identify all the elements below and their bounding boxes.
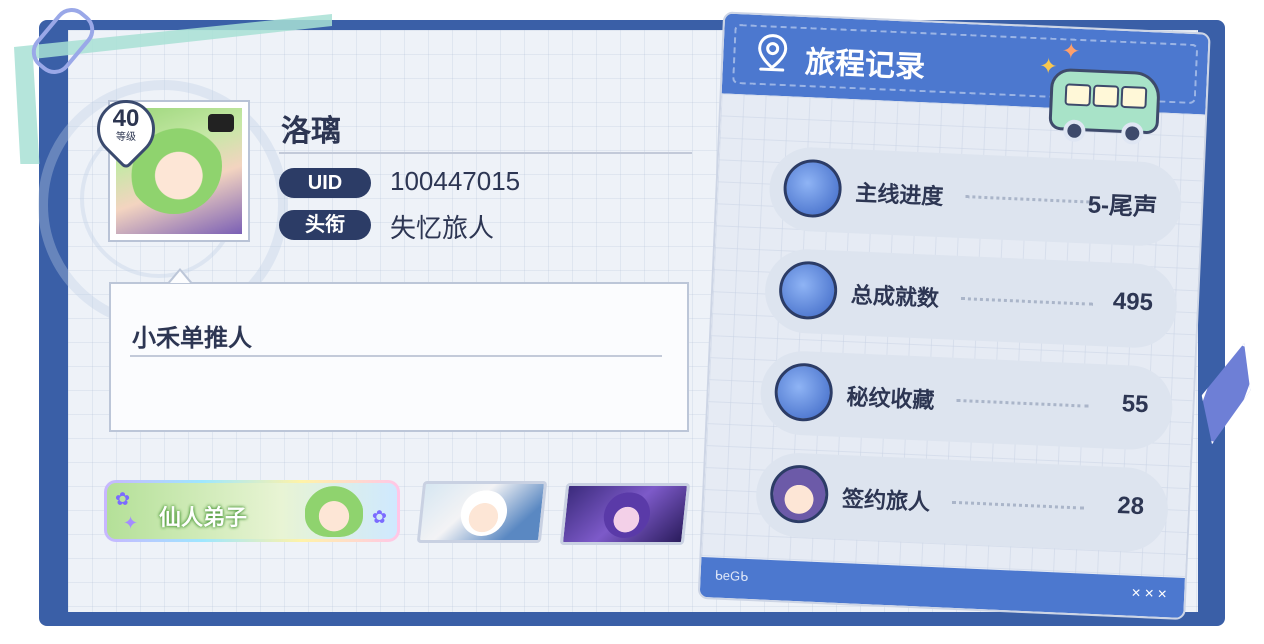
stat-row-collection[interactable]: 秘纹收藏 55 [758, 349, 1175, 452]
name-divider [279, 152, 692, 154]
journey-stats-list: 主线进度 5-尾声 总成就数 495 秘纹收藏 55 签约旅人 28 [701, 93, 1206, 579]
journey-title: 旅程记录 [804, 46, 926, 85]
stat-value: 495 [1112, 287, 1154, 317]
journey-card: 旅程记录 主线进度 5-尾声 总成就数 495 秘纹收藏 55 签约旅人 28 … [697, 11, 1223, 628]
uid-label: UID [279, 168, 371, 198]
footer-marks: ✕✕✕ [1130, 585, 1171, 602]
music-disc-icon [773, 362, 834, 423]
stat-row-main-progress[interactable]: 主线进度 5-尾声 [767, 145, 1184, 248]
stat-value: 28 [1116, 492, 1145, 521]
stat-value: 5-尾声 [1087, 191, 1158, 222]
signature-text: 小禾单推人 [132, 325, 252, 352]
stat-row-travelers[interactable]: 签约旅人 28 [754, 451, 1170, 554]
sparkle-icon: ✦ [1038, 53, 1059, 80]
footer-brand: ᑲeGᑲ [714, 567, 749, 585]
stat-label: 总成就数 [850, 282, 940, 312]
stat-row-achievements[interactable]: 总成就数 495 [763, 247, 1179, 350]
badge-purple-hair-character[interactable] [559, 483, 691, 545]
player-name: 洛璃 [281, 115, 341, 148]
stat-label: 秘纹收藏 [846, 384, 936, 413]
sparkle-icon: ✦ [123, 513, 139, 533]
van-icon [1048, 67, 1161, 145]
trophy-book-icon [777, 260, 839, 321]
badge-white-hair-character[interactable] [416, 481, 548, 543]
stat-label: 签约旅人 [841, 486, 931, 515]
signature-divider [130, 355, 662, 357]
title-label: 头衔 [279, 210, 371, 240]
level-text: 40 等级 [97, 106, 155, 144]
badge-main-label: 仙人弟子 [159, 505, 248, 530]
badge-character-icon [305, 485, 363, 537]
stat-label: 主线进度 [854, 180, 944, 210]
traveler-portrait-icon [769, 463, 830, 525]
level-label: 等级 [116, 132, 136, 143]
sparkle-icon: ✦ [1061, 38, 1081, 64]
level-value: 40 [112, 105, 140, 132]
badge-main[interactable]: ✿ ✦ 仙人弟子 ✿ [104, 480, 400, 542]
compass-book-icon [782, 158, 843, 219]
title-value: 失忆旅人 [390, 213, 495, 243]
uid-value: 100447015 [390, 166, 521, 196]
signature-box[interactable] [109, 282, 689, 432]
flower-icon: ✿ [371, 507, 387, 527]
stat-value: 55 [1121, 390, 1150, 419]
location-pin-icon [758, 34, 788, 72]
flower-icon: ✿ [115, 489, 131, 509]
